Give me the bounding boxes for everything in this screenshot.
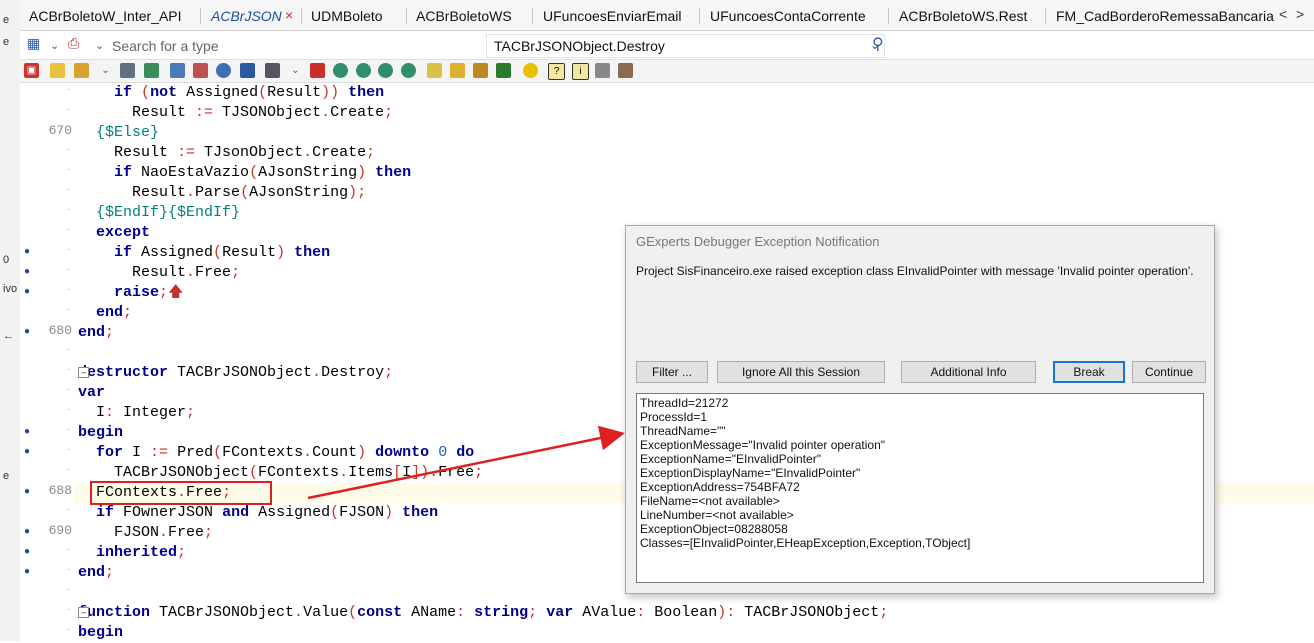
ignore-all-session-button[interactable]: Ignore All this Session xyxy=(717,361,885,383)
exception-notification-dialog: GExperts Debugger Exception Notification… xyxy=(625,225,1215,594)
break-button[interactable]: Break xyxy=(1053,361,1125,383)
continue-button[interactable]: Continue xyxy=(1132,361,1206,383)
dialog-title: GExperts Debugger Exception Notification xyxy=(636,234,880,249)
exception-details-textbox[interactable]: ThreadId=21272 ProcessId=1 ThreadName=""… xyxy=(636,393,1204,583)
filter-button[interactable]: Filter ... xyxy=(636,361,708,383)
exception-message: Project SisFinanceiro.exe raised excepti… xyxy=(636,264,1194,278)
additional-info-button[interactable]: Additional Info xyxy=(901,361,1036,383)
